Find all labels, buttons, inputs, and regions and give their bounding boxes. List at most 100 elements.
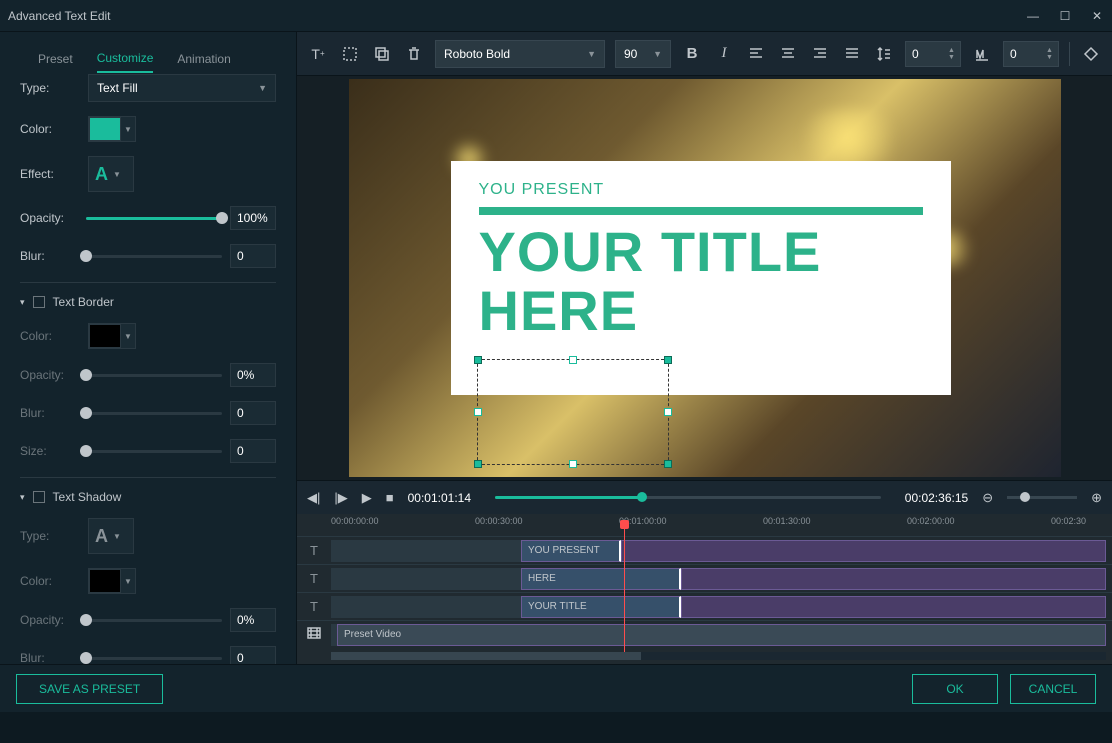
track-body[interactable]: Preset Video bbox=[331, 624, 1106, 646]
shadow-blur-slider[interactable] bbox=[86, 657, 222, 660]
clip-head[interactable]: YOUR TITLE bbox=[521, 596, 681, 618]
minimize-button[interactable]: — bbox=[1026, 9, 1040, 23]
shadow-blur-value[interactable]: 0 bbox=[230, 646, 276, 664]
border-blur-slider[interactable] bbox=[86, 412, 222, 415]
shadow-type-picker[interactable]: A ▼ bbox=[88, 518, 134, 554]
blur-label: Blur: bbox=[20, 249, 78, 263]
down-arrow-icon[interactable]: ▼ bbox=[1046, 54, 1058, 61]
time-ruler[interactable]: 00:00:00:00 00:00:30:00 00:01:00:00 00:0… bbox=[297, 514, 1112, 536]
line-spacing-icon[interactable] bbox=[873, 43, 895, 65]
shadow-opacity-slider[interactable] bbox=[86, 619, 222, 622]
shadow-checkbox[interactable] bbox=[33, 491, 45, 503]
chevron-down-icon: ▾ bbox=[20, 492, 25, 503]
effect-picker[interactable]: A ▼ bbox=[88, 156, 134, 192]
align-justify-icon[interactable] bbox=[841, 43, 863, 65]
font-size-select[interactable]: 90 ▼ bbox=[615, 40, 671, 68]
text-shadow-header[interactable]: ▾ Text Shadow bbox=[20, 490, 276, 504]
horizontal-scrollbar[interactable] bbox=[331, 652, 1106, 660]
save-preset-button[interactable]: SAVE AS PRESET bbox=[16, 674, 163, 704]
keyframe-icon[interactable] bbox=[1080, 43, 1102, 65]
play-icon[interactable]: ▶ bbox=[362, 490, 372, 506]
up-arrow-icon[interactable]: ▲ bbox=[948, 47, 960, 54]
border-color-picker[interactable]: ▼ bbox=[88, 323, 136, 349]
film-icon bbox=[297, 625, 331, 644]
ruler-tick: 00:00:00:00 bbox=[331, 516, 379, 526]
up-arrow-icon[interactable]: ▲ bbox=[1046, 47, 1058, 54]
clip[interactable] bbox=[681, 596, 1106, 618]
subtitle-text: YOU PRESENT bbox=[479, 181, 923, 199]
next-frame-icon[interactable]: |▶ bbox=[334, 490, 347, 506]
effect-label: Effect: bbox=[20, 167, 78, 181]
border-checkbox[interactable] bbox=[33, 296, 45, 308]
letter-a-icon: A bbox=[89, 164, 108, 185]
type-select[interactable]: Text Fill ▼ bbox=[88, 74, 276, 102]
panel-tabs: Preset Customize Animation bbox=[20, 44, 276, 74]
preset-video-clip[interactable]: Preset Video bbox=[337, 624, 1106, 646]
left-panel: Preset Customize Animation Type: Text Fi… bbox=[0, 32, 297, 664]
clip[interactable] bbox=[681, 568, 1106, 590]
letter-a-icon: A bbox=[89, 526, 108, 547]
italic-button[interactable]: I bbox=[713, 43, 735, 65]
delete-icon[interactable] bbox=[403, 43, 425, 65]
ok-button[interactable]: OK bbox=[912, 674, 998, 704]
cancel-button[interactable]: CANCEL bbox=[1010, 674, 1096, 704]
video-track: Preset Video bbox=[297, 620, 1112, 648]
selection-box[interactable] bbox=[477, 359, 669, 465]
border-opacity-slider[interactable] bbox=[86, 374, 222, 377]
font-value: Roboto Bold bbox=[444, 47, 510, 61]
stop-icon[interactable]: ■ bbox=[386, 490, 394, 505]
font-select[interactable]: Roboto Bold ▼ bbox=[435, 40, 605, 68]
fill-color-picker[interactable]: ▼ bbox=[88, 116, 136, 142]
clip-head[interactable]: YOU PRESENT bbox=[521, 540, 621, 562]
bold-button[interactable]: B bbox=[681, 43, 703, 65]
tracks: T YOU PRESENT T HERE T YOUR bbox=[297, 536, 1112, 648]
align-right-icon[interactable] bbox=[809, 43, 831, 65]
chevron-down-icon: ▼ bbox=[258, 83, 267, 93]
border-opacity-value[interactable]: 0% bbox=[230, 363, 276, 387]
blur-value[interactable]: 0 bbox=[230, 244, 276, 268]
shadow-title: Text Shadow bbox=[53, 490, 122, 504]
maximize-button[interactable]: ☐ bbox=[1058, 9, 1072, 23]
border-blur-value[interactable]: 0 bbox=[230, 401, 276, 425]
select-all-icon[interactable] bbox=[339, 43, 361, 65]
char-spacing-input[interactable]: 0 ▲▼ bbox=[1003, 41, 1059, 67]
chevron-down-icon: ▼ bbox=[121, 125, 135, 134]
title-line2: HERE bbox=[479, 279, 639, 342]
opacity-value[interactable]: 100% bbox=[230, 206, 276, 230]
tab-preset[interactable]: Preset bbox=[38, 46, 73, 72]
align-center-icon[interactable] bbox=[777, 43, 799, 65]
track-body[interactable]: YOUR TITLE bbox=[331, 596, 1106, 618]
duplicate-icon[interactable] bbox=[371, 43, 393, 65]
text-border-header[interactable]: ▾ Text Border bbox=[20, 295, 276, 309]
tab-animation[interactable]: Animation bbox=[177, 46, 230, 72]
clip-head[interactable]: HERE bbox=[521, 568, 681, 590]
char-spacing-icon[interactable] bbox=[971, 43, 993, 65]
blur-slider[interactable] bbox=[86, 255, 222, 258]
opacity-slider[interactable] bbox=[86, 217, 222, 220]
color-swatch bbox=[89, 324, 121, 348]
clip[interactable] bbox=[621, 540, 1106, 562]
text-track-icon: T bbox=[297, 599, 331, 614]
track-body[interactable]: HERE bbox=[331, 568, 1106, 590]
zoom-in-icon[interactable]: ⊕ bbox=[1091, 490, 1102, 506]
video-preview[interactable]: YOU PRESENT YOUR TITLE HERE bbox=[349, 79, 1061, 477]
shadow-type-label: Type: bbox=[20, 529, 78, 543]
border-size-slider[interactable] bbox=[86, 450, 222, 453]
line-spacing-input[interactable]: 0 ▲▼ bbox=[905, 41, 961, 67]
border-opacity-label: Opacity: bbox=[20, 368, 78, 382]
prev-frame-icon[interactable]: ◀| bbox=[307, 490, 320, 506]
zoom-out-icon[interactable]: ⊖ bbox=[982, 490, 993, 506]
tab-customize[interactable]: Customize bbox=[97, 45, 154, 73]
progress-bar[interactable] bbox=[495, 496, 881, 499]
playhead[interactable] bbox=[624, 520, 625, 660]
border-size-value[interactable]: 0 bbox=[230, 439, 276, 463]
align-left-icon[interactable] bbox=[745, 43, 767, 65]
shadow-opacity-value[interactable]: 0% bbox=[230, 608, 276, 632]
add-text-icon[interactable]: T+ bbox=[307, 43, 329, 65]
track-body[interactable]: YOU PRESENT bbox=[331, 540, 1106, 562]
shadow-color-picker[interactable]: ▼ bbox=[88, 568, 136, 594]
close-button[interactable]: ✕ bbox=[1090, 9, 1104, 23]
down-arrow-icon[interactable]: ▼ bbox=[948, 54, 960, 61]
titlebar: Advanced Text Edit — ☐ ✕ bbox=[0, 0, 1112, 32]
total-timecode: 00:02:36:15 bbox=[905, 491, 968, 505]
